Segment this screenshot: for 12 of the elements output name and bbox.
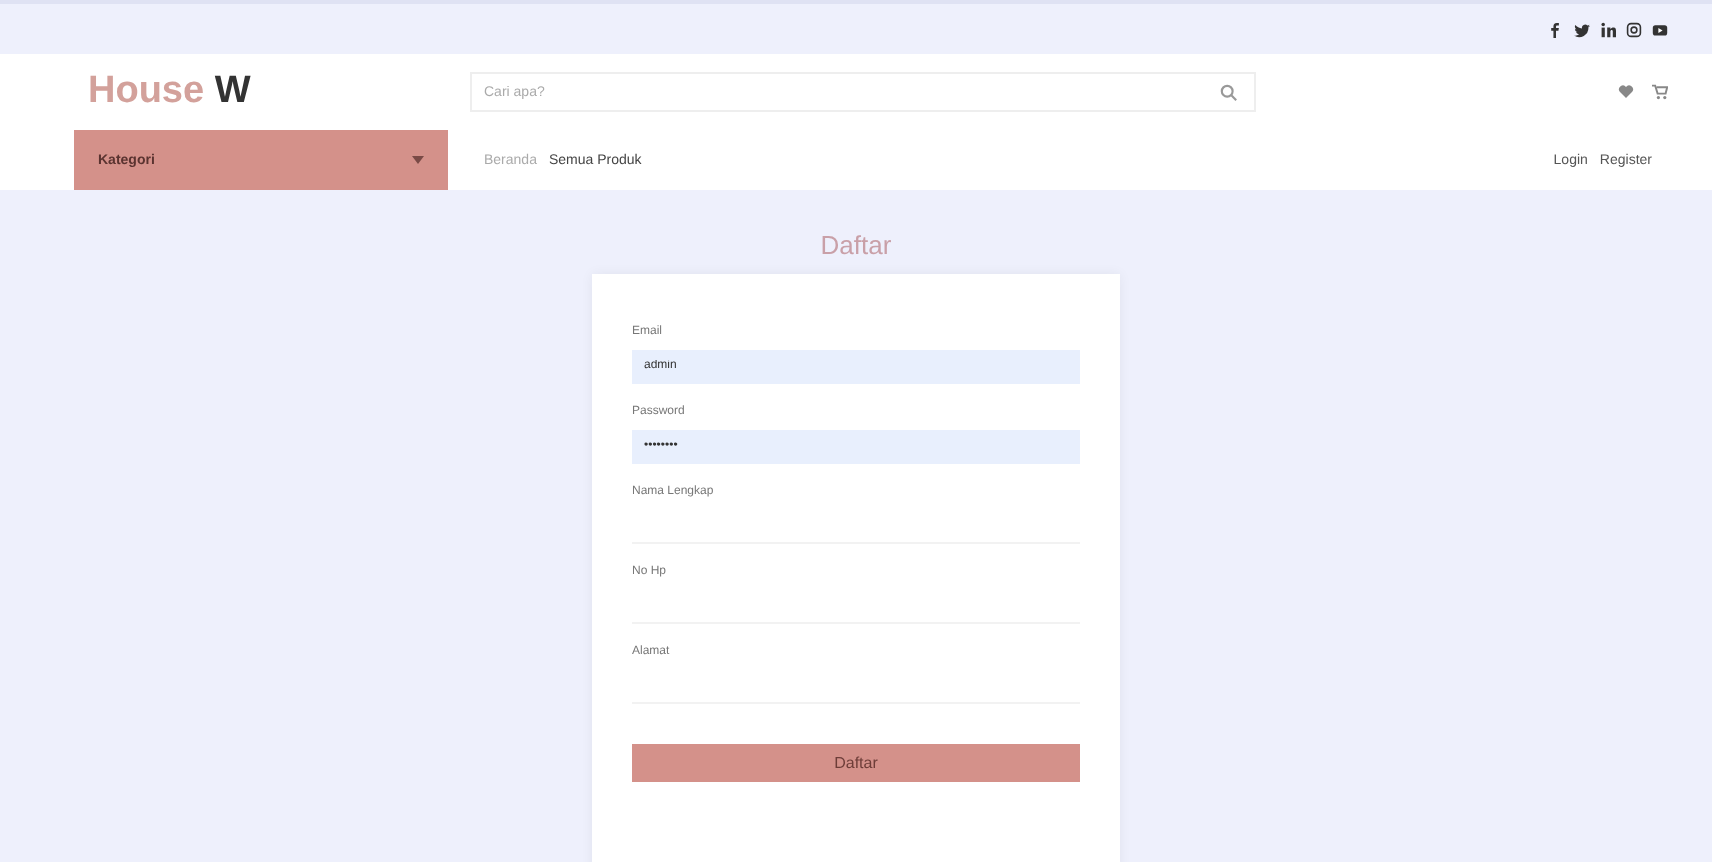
youtube-icon[interactable] xyxy=(1652,21,1668,37)
cart-icon[interactable] xyxy=(1652,84,1668,100)
twitter-icon[interactable] xyxy=(1574,21,1590,37)
heart-icon[interactable] xyxy=(1618,84,1634,98)
instagram-icon[interactable] xyxy=(1626,21,1642,37)
submit-button[interactable]: Daftar xyxy=(632,744,1080,782)
linkedin-icon[interactable] xyxy=(1600,21,1616,37)
caret-icon xyxy=(412,156,424,164)
search-icon[interactable] xyxy=(1220,84,1238,102)
form-title: Daftar xyxy=(820,230,892,264)
logo[interactable]: House W xyxy=(88,70,468,114)
facebook-icon[interactable] xyxy=(1548,21,1564,37)
